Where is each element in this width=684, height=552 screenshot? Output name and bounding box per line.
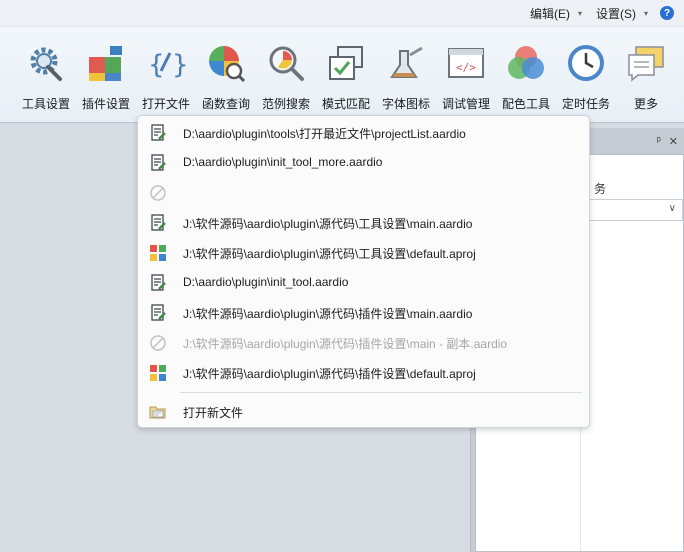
- tool-label: 调试管理: [441, 97, 490, 111]
- open-new-file-label: 打开新文件: [183, 406, 244, 420]
- pin-icon[interactable]: ᵖ: [657, 135, 661, 147]
- code-brace-icon: {}: [146, 43, 186, 83]
- edit-menu[interactable]: 编辑(E): [528, 5, 572, 22]
- scheduled-task-button[interactable]: 定时任务: [556, 43, 616, 119]
- recent-file-item[interactable]: J:\软件源码\aardio\plugin\源代码\工具设置\main.aard…: [138, 207, 589, 237]
- color-circles-icon: [506, 43, 546, 83]
- svg-text:}: }: [172, 50, 186, 80]
- tool-label: 模式匹配: [321, 97, 370, 111]
- panel-fragment-text: 务: [594, 182, 607, 196]
- open-file-button[interactable]: {} 打开文件: [136, 43, 196, 119]
- svg-text:{: {: [148, 50, 165, 80]
- tool-label: 配色工具: [501, 97, 550, 111]
- flask-icon: [386, 43, 426, 83]
- recent-file-path: J:\软件源码\aardio\plugin\源代码\插件设置\default.a…: [183, 367, 476, 381]
- recent-file-path: D:\aardio\plugin\init_tool_more.aardio: [183, 155, 383, 169]
- aardio-file-icon: [149, 304, 167, 322]
- project-file-icon: [149, 364, 167, 382]
- recent-file-path: J:\软件源码\aardio\plugin\源代码\工具设置\main.aard…: [183, 217, 473, 231]
- recent-file-item[interactable]: J:\软件源码\aardio\plugin\源代码\插件设置\default.a…: [138, 357, 589, 387]
- recent-file-path: J:\软件源码\aardio\plugin\源代码\插件设置\main.aard…: [183, 307, 473, 321]
- chevron-down-icon[interactable]: ∨: [669, 203, 676, 214]
- help-icon[interactable]: ?: [660, 6, 674, 20]
- recent-file-path: J:\软件源码\aardio\plugin\源代码\工具设置\default.a…: [183, 247, 476, 261]
- recent-file-item[interactable]: D:\aardio\plugin\init_tool.aardio: [138, 267, 589, 297]
- pattern-match-button[interactable]: 模式匹配: [316, 43, 376, 119]
- recent-file-path: D:\aardio\plugin\tools\打开最近文件\projectLis…: [183, 127, 466, 141]
- tool-label: 工具设置: [21, 97, 70, 111]
- aardio-file-icon: [149, 214, 167, 232]
- code-window-icon: </>: [446, 43, 486, 83]
- pattern-match-icon: [326, 43, 366, 83]
- aardio-file-icon: [149, 274, 167, 292]
- aardio-file-icon: [149, 124, 167, 142]
- recent-file-item[interactable]: D:\aardio\plugin\init_tool_more.aardio: [138, 147, 589, 177]
- font-icon-button[interactable]: 字体图标: [376, 43, 436, 119]
- tool-label: 打开文件: [141, 97, 190, 111]
- open-folder-icon: [149, 403, 167, 421]
- pie-search-icon: [206, 43, 246, 83]
- recent-files-dropdown: D:\aardio\plugin\tools\打开最近文件\projectLis…: [137, 115, 590, 428]
- tool-settings-button[interactable]: 工具设置: [16, 43, 76, 119]
- puzzle-icon: [86, 43, 126, 83]
- tool-label: 更多: [633, 97, 658, 111]
- recent-file-path: J:\软件源码\aardio\plugin\源代码\插件设置\main - 副本…: [183, 337, 508, 351]
- settings-menu[interactable]: 设置(S): [594, 5, 638, 22]
- tool-label: 函数查询: [201, 97, 250, 111]
- plugin-settings-button[interactable]: 插件设置: [76, 43, 136, 119]
- tool-label: 字体图标: [381, 97, 430, 111]
- recent-file-item[interactable]: J:\软件源码\aardio\plugin\源代码\工具设置\default.a…: [138, 237, 589, 267]
- recent-file-item: [138, 177, 589, 207]
- disabled-icon: [149, 184, 167, 202]
- recent-file-item[interactable]: J:\软件源码\aardio\plugin\源代码\插件设置\main.aard…: [138, 297, 589, 327]
- disabled-icon: [149, 334, 167, 352]
- aardio-file-icon: [149, 154, 167, 172]
- color-tool-button[interactable]: 配色工具: [496, 43, 556, 119]
- debug-manager-button[interactable]: </> 调试管理: [436, 43, 496, 119]
- tool-label: 插件设置: [81, 97, 130, 111]
- menu-bar: 编辑(E) ▾ 设置(S) ▾ ?: [0, 0, 684, 26]
- clock-icon: [566, 43, 606, 83]
- recent-file-item: J:\软件源码\aardio\plugin\源代码\插件设置\main - 副本…: [138, 327, 589, 357]
- chat-bubbles-icon: [626, 43, 666, 83]
- svg-text:</>: </>: [456, 61, 476, 74]
- function-query-button[interactable]: 函数查询: [196, 43, 256, 119]
- magnifier-chart-icon: [266, 43, 306, 83]
- gear-wrench-icon: [26, 43, 66, 83]
- more-button[interactable]: 更多: [616, 43, 676, 119]
- project-file-icon: [149, 244, 167, 262]
- recent-file-item[interactable]: D:\aardio\plugin\tools\打开最近文件\projectLis…: [138, 117, 589, 147]
- ribbon-toolbar: 工具设置 插件设置 {} 打开文件 函数查询 范例搜索 模式匹配 字体图标: [0, 26, 684, 123]
- tool-label: 范例搜索: [261, 97, 310, 111]
- edit-menu-caret-icon[interactable]: ▾: [578, 9, 582, 18]
- settings-menu-caret-icon[interactable]: ▾: [644, 9, 648, 18]
- dropdown-divider: [180, 392, 582, 393]
- open-new-file-item[interactable]: 打开新文件: [138, 396, 589, 426]
- recent-file-path: D:\aardio\plugin\init_tool.aardio: [183, 275, 349, 289]
- example-search-button[interactable]: 范例搜索: [256, 43, 316, 119]
- tool-label: 定时任务: [561, 97, 610, 111]
- close-icon[interactable]: ✕: [669, 135, 678, 148]
